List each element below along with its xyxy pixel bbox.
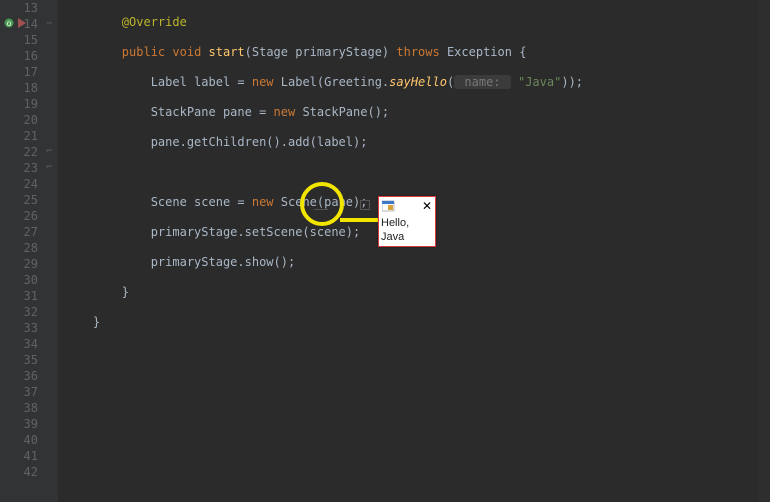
line-number: 32 <box>0 304 38 320</box>
code-editor[interactable]: o 13 14 15 16 17 18 19 20 21 22 23 24 25… <box>0 0 770 502</box>
code-line: pane.getChildren().add(label); <box>64 134 770 150</box>
line-number: 42 <box>0 464 38 480</box>
fold-toggle-icon[interactable]: − <box>46 16 52 32</box>
line-number: 35 <box>0 352 38 368</box>
override-gutter-icon: o <box>4 17 14 27</box>
line-number: 21 <box>0 128 38 144</box>
run-gutter-icon[interactable] <box>16 17 26 27</box>
line-number: 38 <box>0 400 38 416</box>
close-icon[interactable]: ✕ <box>422 200 432 212</box>
parameter-hint: name: <box>454 75 511 89</box>
code-line <box>64 164 770 180</box>
app-output-window[interactable]: ✕ Hello, Java <box>378 196 436 247</box>
line-number: 36 <box>0 368 38 384</box>
code-line: } <box>64 284 770 300</box>
line-number: 22 <box>0 144 38 160</box>
code-area[interactable]: @Override public void start(Stage primar… <box>58 0 770 502</box>
fold-column: − ⌐ ⌐ <box>44 0 58 502</box>
line-number: 30 <box>0 272 38 288</box>
line-number: 24 <box>0 176 38 192</box>
line-number: 39 <box>0 416 38 432</box>
line-number: 25 <box>0 192 38 208</box>
code-line: public void start(Stage primaryStage) th… <box>64 44 770 60</box>
svg-text:o: o <box>7 19 12 28</box>
line-number: 19 <box>0 96 38 112</box>
code-line: } <box>64 314 770 330</box>
code-line: @Override <box>64 14 770 30</box>
line-number: 41 <box>0 448 38 464</box>
window-content-label: Hello, Java <box>379 215 435 246</box>
line-number: 29 <box>0 256 38 272</box>
window-maximize-icon[interactable] <box>360 200 370 210</box>
line-number: 26 <box>0 208 38 224</box>
line-number: 31 <box>0 288 38 304</box>
line-number: 15 <box>0 32 38 48</box>
code-line: primaryStage.show(); <box>64 254 770 270</box>
line-number: 33 <box>0 320 38 336</box>
line-number: 18 <box>0 80 38 96</box>
code-line: Label label = new Label(Greeting.sayHell… <box>64 74 770 90</box>
line-number: 13 <box>0 0 38 16</box>
fold-end-icon[interactable]: ⌐ <box>46 160 52 176</box>
line-number: 27 <box>0 224 38 240</box>
line-number-gutter: o 13 14 15 16 17 18 19 20 21 22 23 24 25… <box>0 0 44 502</box>
window-minimize-icon[interactable]: — <box>314 200 328 216</box>
code-line: StackPane pane = new StackPane(); <box>64 104 770 120</box>
line-number: 20 <box>0 112 38 128</box>
line-number: 34 <box>0 336 38 352</box>
line-number: 28 <box>0 240 38 256</box>
line-number: 40 <box>0 432 38 448</box>
line-number: 37 <box>0 384 38 400</box>
fold-end-icon[interactable]: ⌐ <box>46 144 52 160</box>
java-app-icon <box>382 200 396 212</box>
line-number: 17 <box>0 64 38 80</box>
line-number: 23 <box>0 160 38 176</box>
line-number: 16 <box>0 48 38 64</box>
window-titlebar[interactable]: ✕ <box>379 197 435 215</box>
scrollbar[interactable] <box>758 0 770 502</box>
